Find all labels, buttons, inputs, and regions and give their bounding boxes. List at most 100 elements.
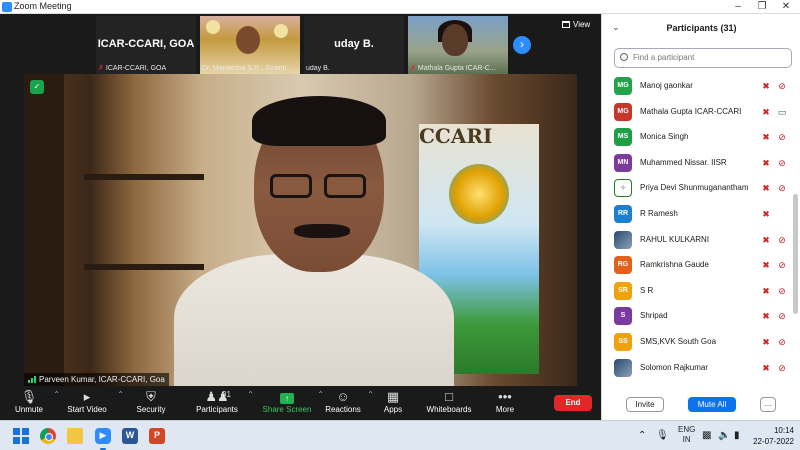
powerpoint-icon[interactable]: P — [149, 428, 165, 444]
more-button[interactable]: ••• More — [490, 388, 520, 418]
speaker-name-label: Parveen Kumar, ICAR-CCARI, Goa — [24, 373, 169, 386]
participant-avatar: SS — [614, 333, 632, 351]
participant-row[interactable]: SR S R ✖ ⊘ — [602, 279, 792, 303]
start-video-button[interactable]: ▸ Start Video ⌃ — [62, 388, 124, 418]
next-page-arrow-icon[interactable]: › — [513, 36, 531, 54]
thumbnail-tile[interactable]: ICAR-CCARI, GOA ✗ ICAR-CCARI, GOA — [96, 16, 196, 74]
bookshelf — [24, 74, 64, 386]
thumbnail-label: uday B. — [306, 65, 330, 72]
mute-all-button[interactable]: Mute All — [688, 397, 736, 412]
speaker-glasses — [270, 174, 370, 198]
share-options-caret-icon[interactable]: ⌃ — [317, 390, 324, 399]
participant-avatar: ✧ — [614, 179, 632, 198]
participants-panel: ⌄ Participants (31) Find a participant M… — [601, 14, 800, 420]
chrome-icon[interactable] — [40, 428, 56, 444]
tray-microphone-icon[interactable]: 🎙 — [656, 430, 669, 441]
reactions-caret-icon[interactable]: ⌃ — [367, 390, 374, 399]
apps-button[interactable]: ▦ Apps — [378, 388, 408, 418]
participant-avatar: MG — [614, 102, 632, 121]
participant-row[interactable]: Solomon Rajkumar ✖ ⊘ — [602, 356, 792, 380]
video-off-icon: ⊘ — [778, 260, 786, 271]
panel-title: Participants (31) — [666, 23, 737, 33]
video-off-icon: ▸ — [83, 389, 91, 404]
whiteboards-button[interactable]: □ Whiteboards — [424, 388, 474, 418]
participant-row[interactable]: RG Ramkrishna Gaude ✖ ⊘ — [602, 253, 792, 277]
thumbnail-tile[interactable]: uday B. uday B. — [304, 16, 404, 74]
thumbnail-tile[interactable]: ✗ Mathala Gupta ICAR-C... — [408, 16, 508, 74]
mic-muted-icon: ✗ — [410, 65, 416, 72]
audio-options-caret-icon[interactable]: ⌃ — [53, 390, 60, 399]
emoji-icon: ☺ — [336, 389, 350, 404]
flower-decor — [274, 24, 288, 38]
reactions-button[interactable]: ☺ Reactions ⌃ — [324, 388, 374, 418]
mic-muted-icon: ✖ — [762, 285, 770, 296]
windows-taskbar: ▶ W P ⌃ 🎙 ENG IN ▩ 🔈 ▮ 10:14 22-07-2022 — [0, 420, 800, 450]
participant-name: R Ramesh — [640, 209, 678, 218]
taskbar-clock[interactable]: 10:14 22-07-2022 — [753, 425, 794, 447]
participant-avatar: SR — [614, 281, 632, 300]
zoom-taskbar-icon[interactable]: ▶ — [95, 428, 111, 444]
panel-more-button[interactable]: ... — [760, 397, 776, 412]
mic-muted-icon: ✗ — [98, 65, 104, 72]
video-off-icon: ⊘ — [778, 337, 786, 347]
people-icon: ♟♟ — [205, 389, 229, 404]
share-screen-button[interactable]: ↑ Share Screen ⌃ — [262, 388, 324, 418]
bookshelf — [84, 264, 204, 270]
unmute-button[interactable]: 🎙 Unmute ⌃ — [10, 388, 60, 418]
volume-icon[interactable]: 🔈 — [718, 430, 730, 441]
video-options-caret-icon[interactable]: ⌃ — [117, 390, 124, 399]
close-button[interactable]: ✕ — [774, 0, 798, 14]
video-off-icon: ⊘ — [778, 311, 786, 322]
participant-name: Monica Singh — [640, 132, 689, 142]
video-on-icon: ▭ — [777, 106, 787, 117]
active-speaker-video: CCARI ✓ Parveen Kumar, ICAR-CCARI, Goa — [24, 74, 577, 386]
mic-muted-icon: ✖ — [762, 311, 770, 322]
monitor-icon[interactable]: ▩ — [702, 430, 711, 441]
tray-chevron-up-icon[interactable]: ⌃ — [638, 430, 646, 441]
zoom-app-icon — [2, 2, 12, 12]
view-button[interactable]: View — [562, 20, 590, 29]
mic-muted-icon: ✖ — [762, 362, 770, 373]
participant-row[interactable]: RR R Ramesh ✖ — [602, 202, 792, 226]
speaker-body — [174, 254, 454, 386]
participant-row[interactable]: MG Manoj gaonkar ✖ ⊘ — [602, 74, 792, 98]
shield-icon: ⛨ — [146, 389, 156, 404]
participant-row[interactable]: MG Mathala Gupta ICAR-CCARI ✖ ▭ — [602, 100, 792, 124]
language-indicator[interactable]: ENG IN — [678, 425, 695, 445]
participants-button[interactable]: ♟♟ 31 Participants ⌃ — [192, 388, 254, 418]
mic-muted-icon: ✖ — [762, 183, 770, 194]
participant-list-scrollbar[interactable] — [793, 194, 798, 314]
end-meeting-button[interactable]: End — [554, 395, 592, 411]
battery-icon[interactable]: ▮ — [734, 430, 740, 441]
security-button[interactable]: ⛨ Security — [132, 388, 170, 418]
participant-row[interactable]: S Shripad ✖ ⊘ — [602, 304, 792, 328]
restore-button[interactable]: ❐ — [750, 0, 774, 14]
participant-row[interactable]: SS SMS,KVK South Goa ✖ ⊘ — [602, 330, 792, 354]
mic-muted-icon: ✖ — [762, 81, 770, 91]
participant-row[interactable]: RAHUL KULKARNI ✖ ⊘ — [602, 228, 792, 252]
video-off-icon: ⊘ — [778, 81, 786, 91]
windows-start-icon[interactable] — [13, 428, 29, 444]
encryption-shield-icon[interactable]: ✓ — [30, 80, 44, 94]
participant-name: S R — [640, 285, 654, 295]
participants-options-caret-icon[interactable]: ⌃ — [247, 390, 254, 399]
minimize-button[interactable]: – — [726, 0, 750, 14]
participant-name: SMS,KVK South Goa — [640, 337, 717, 346]
participant-avatar: MN — [614, 153, 632, 172]
participant-row[interactable]: MN Muhammed Nissar. IISR ✖ ⊘ — [602, 151, 792, 175]
participants-count: 31 — [222, 390, 231, 399]
participant-name: Solomon Rajkumar — [640, 362, 709, 372]
participant-row[interactable]: ✧ Priya Devi Shunmuganantham ✖ ⊘ — [602, 176, 792, 200]
mic-muted-icon: ✖ — [762, 106, 770, 117]
thumbnail-tile[interactable]: Dr. Maneesha S.R., Scienti... — [200, 16, 300, 74]
invite-button[interactable]: Invite — [626, 397, 664, 412]
file-explorer-icon[interactable] — [67, 428, 83, 444]
participant-search-input[interactable]: Find a participant — [614, 48, 792, 68]
participant-row[interactable]: MS Monica Singh ✖ ⊘ — [602, 125, 792, 149]
word-icon[interactable]: W — [122, 428, 138, 444]
signal-strength-icon — [28, 376, 36, 383]
participant-name: Ramkrishna Gaude — [640, 260, 709, 270]
video-off-icon: ⊘ — [778, 285, 786, 296]
participant-avatar — [614, 230, 632, 249]
window-title: Zoom Meeting — [14, 1, 72, 11]
